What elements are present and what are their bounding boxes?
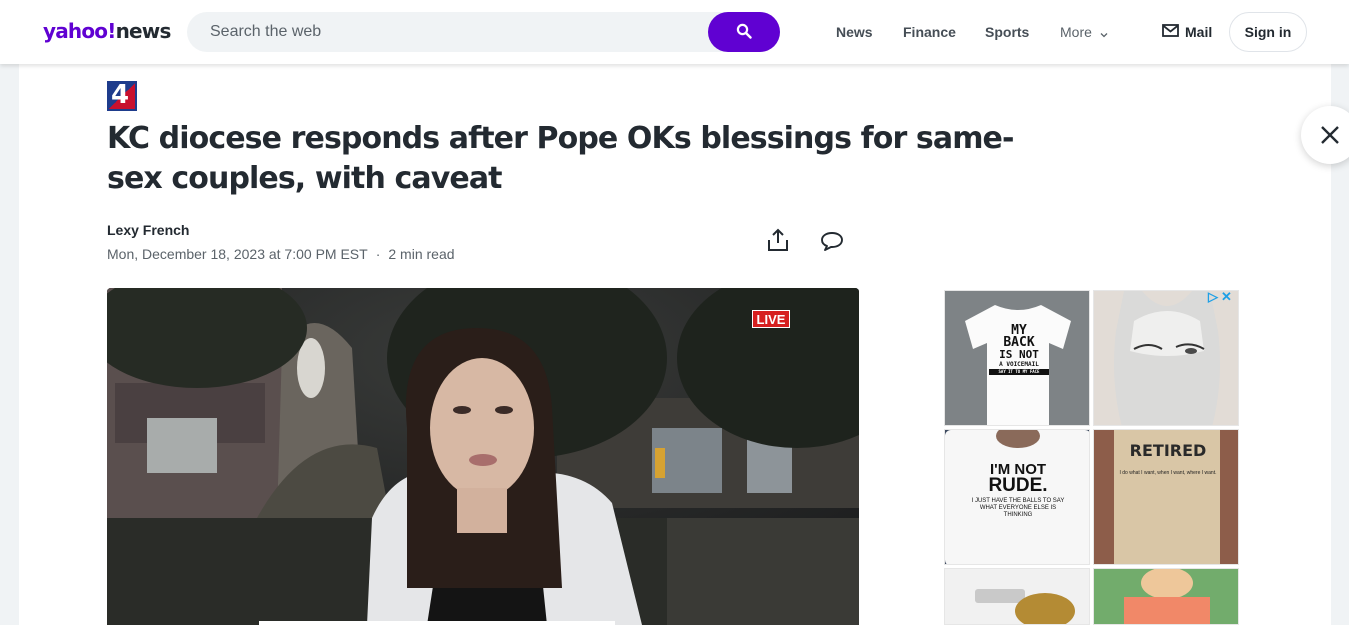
dateline-separator: · [375,246,381,262]
ad-tile-line: RETIRED [1129,441,1207,460]
mail-icon [1162,24,1185,40]
ad-tile-text: I'M NOT RUDE. I JUST HAVE THE BALLS TO S… [965,462,1071,519]
article-headline: KC diocese responds after Pope OKs bless… [107,121,1014,196]
mail-link[interactable]: Mail [1162,24,1212,40]
nav-more[interactable]: More [1060,24,1108,41]
ad-tile-text: RETIRED I do what I want, when I want, w… [1116,442,1220,477]
ad-tile-line: A VOICEMAIL [999,361,1039,368]
ad-tile-retired[interactable]: RETIRED I do what I want, when I want, w… [1093,429,1239,565]
share-icon [767,228,789,257]
video-caption-bar [259,621,615,625]
publisher-logo-text: 4 [111,80,130,110]
ad-choices-icon: ▷ [1208,289,1218,304]
article-author[interactable]: Lexy French [107,222,189,238]
ad-tile-air-chuck[interactable] [944,568,1090,625]
chevron-down-icon [1100,25,1108,41]
logo-yahoo: yahoo! [43,19,116,43]
video-frame [107,288,859,625]
nav-sports[interactable]: Sports [985,24,1029,40]
ad-tile-not-rude[interactable]: I'M NOT RUDE. I JUST HAVE THE BALLS TO S… [944,429,1090,565]
search-icon [736,23,752,42]
mail-label: Mail [1185,24,1213,40]
ad-tile-caption: I do what I want, when I want, where I w… [1119,470,1217,476]
nav-news[interactable]: News [836,24,873,40]
ad-tile-text: MY BACK IS NOT A VOICEMAIL SAY IT TO MY … [989,324,1049,375]
nav-more-label: More [1060,24,1092,40]
sign-in-button[interactable]: Sign in [1229,12,1307,52]
share-button[interactable] [765,228,791,256]
logo-news: news [115,19,172,43]
ad-tile-caption: SAY IT TO MY FACE [989,369,1049,375]
ad-tile-tank-top[interactable] [1093,290,1239,426]
search-button[interactable] [708,12,780,52]
read-time: 2 min read [388,246,455,262]
ad-tile-kids-shirt[interactable] [1093,568,1239,625]
tank-top-image [1094,291,1238,425]
article-dateline: Mon, December 18, 2023 at 7:00 PM EST · 2 … [107,246,455,262]
ad-tile-line: RUDE. [988,475,1048,496]
search-input[interactable] [187,12,707,52]
ad-tile-back-shirt[interactable]: MY BACK IS NOT A VOICEMAIL SAY IT TO MY … [944,290,1090,426]
live-badge: LIVE [752,310,790,328]
ad-choices[interactable]: ▷ ✕ [1208,290,1232,304]
advertisement[interactable]: MY BACK IS NOT A VOICEMAIL SAY IT TO MY … [944,290,1241,625]
comment-icon [820,231,844,256]
video-player[interactable]: LIVE [107,288,859,625]
ad-close-icon[interactable]: ✕ [1221,290,1232,304]
search-bar [187,12,780,52]
publisher-logo[interactable]: 4 [107,80,137,111]
product-image [1094,569,1238,624]
ad-tile-line: IS NOT [999,348,1039,361]
article-card: 4 KC diocese responds after Pope OKs ble… [19,64,1331,625]
top-header: yahoo!news News Finance Sports More Mail… [0,0,1349,64]
nav-finance[interactable]: Finance [903,24,956,40]
article-date: Mon, December 18, 2023 at 7:00 PM EST [107,246,368,262]
comments-button[interactable] [819,230,845,256]
ad-tile-caption: I JUST HAVE THE BALLS TO SAY WHAT EVERYO… [971,498,1065,518]
product-image [945,569,1089,624]
yahoo-news-logo[interactable]: yahoo!news [43,18,171,44]
